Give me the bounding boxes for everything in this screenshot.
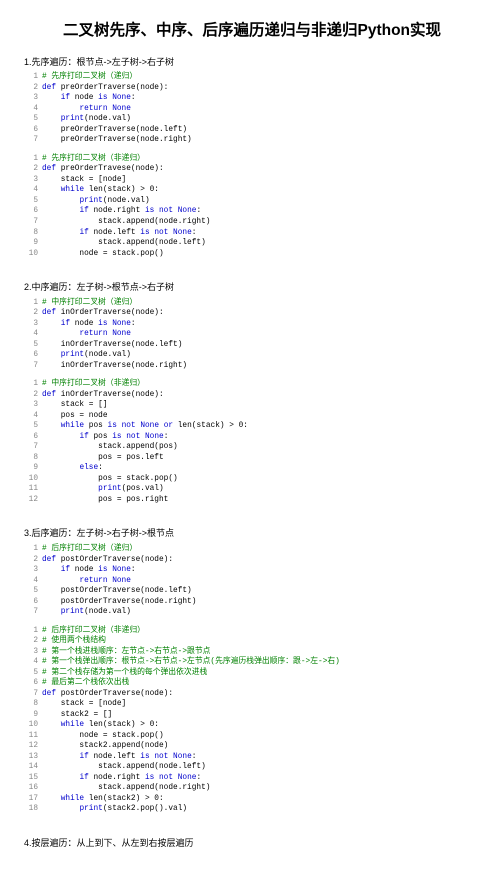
page-title: 二叉树先序、中序、后序遍历递归与非递归Python实现 bbox=[24, 20, 480, 42]
code-preorder-recursive: 1# 先序打印二叉树（递归） 2def preOrderTraverse(nod… bbox=[24, 72, 480, 146]
section-2-label: 2.中序遍历：左子树->根节点->右子树 bbox=[24, 281, 480, 294]
code-postorder-recursive: 1# 后序打印二叉树（递归） 2def postOrderTraverse(no… bbox=[24, 544, 480, 618]
code-postorder-iterative: 1# 后序打印二叉树（非递归） 2# 使用两个栈结构 3# 第一个栈进栈顺序：左… bbox=[24, 626, 480, 815]
code-preorder-iterative: 1# 先序打印二叉树（非递归） 2def preOrderTravese(nod… bbox=[24, 154, 480, 259]
section-3-label: 3.后序遍历：左子树->右子树->根节点 bbox=[24, 527, 480, 540]
code-inorder-iterative: 1# 中序打印二叉树（非递归） 2def inOrderTraverse(nod… bbox=[24, 379, 480, 505]
section-1-label: 1.先序遍历：根节点->左子树->右子树 bbox=[24, 56, 480, 69]
code-inorder-recursive: 1# 中序打印二叉树（递归） 2def inOrderTraverse(node… bbox=[24, 298, 480, 372]
section-4-label: 4.按层遍历：从上到下、从左到右按层遍历 bbox=[24, 837, 480, 850]
